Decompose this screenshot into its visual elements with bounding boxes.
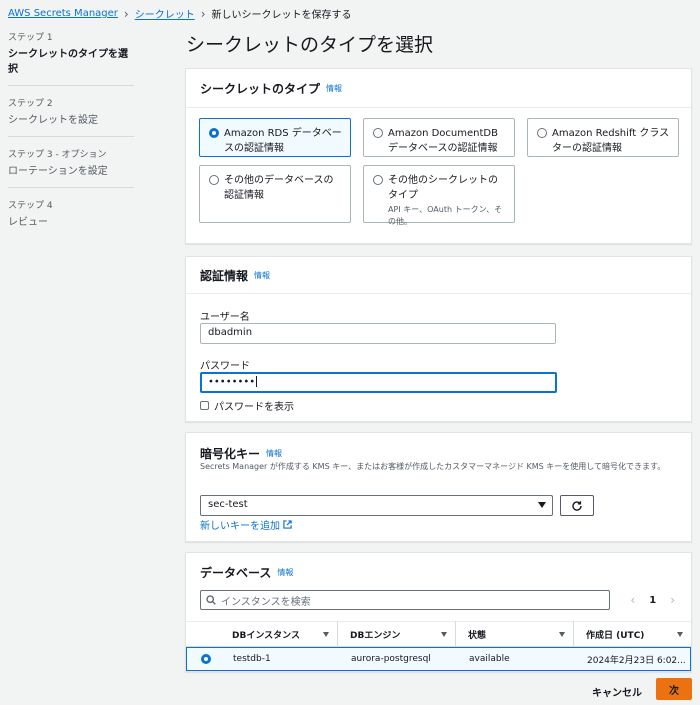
text-caret — [256, 376, 258, 387]
step-label: シークレットのタイプを選択 — [8, 49, 128, 75]
chevron-right-icon[interactable]: › — [670, 593, 675, 607]
database-panel: データベース 情報 インスタンスを検索 ‹ 1 › DBインスタンス DBエンジ… — [185, 552, 692, 672]
instance-search-input[interactable]: インスタンスを検索 — [200, 590, 610, 610]
table-row[interactable]: testdb-1 aurora-postgresql available 202… — [186, 647, 691, 671]
step-label: レビュー — [8, 217, 48, 228]
column-header-status[interactable]: 状態 — [456, 621, 574, 647]
column-header-label: DBインスタンス — [232, 630, 300, 641]
cell-engine: aurora-postgresql — [351, 654, 431, 664]
caret-down-icon — [538, 502, 546, 508]
info-link[interactable]: 情報 — [277, 567, 293, 578]
search-icon — [206, 595, 216, 605]
refresh-icon — [572, 500, 582, 511]
tile-rds[interactable]: Amazon RDS データベースの認証情報 — [199, 118, 351, 157]
secret-type-panel: シークレットのタイプ 情報 Amazon RDS データベースの認証情報 Ama… — [185, 68, 692, 244]
encryption-description: Secrets Manager が作成する KMS キー、またはお客様が作成した… — [200, 462, 666, 471]
credentials-panel: 認証情報 情報 ユーザー名 dbadmin パスワード •••••••• パスワ… — [185, 256, 692, 422]
step-number: ステップ 1 — [8, 33, 53, 43]
breadcrumb-link-secrets-manager[interactable]: AWS Secrets Manager — [8, 8, 118, 19]
step-2[interactable]: ステップ 2 シークレットを設定 — [8, 96, 134, 137]
tile-description: API キー、OAuth トークン、その他。 — [388, 205, 503, 226]
breadcrumb-link-secrets[interactable]: シークレット — [135, 6, 195, 21]
kms-key-select[interactable]: sec-test — [200, 495, 553, 516]
show-password-row[interactable]: パスワードを表示 — [200, 398, 294, 413]
divider — [186, 107, 691, 108]
tile-other-database[interactable]: その他のデータベースの認証情報 — [199, 165, 351, 223]
tile-redshift[interactable]: Amazon Redshift クラスターの認証情報 — [527, 118, 679, 157]
add-new-key-link[interactable]: 新しいキーを追加 — [200, 517, 292, 532]
sort-icon — [441, 631, 447, 637]
panel-heading: データベース — [200, 565, 272, 580]
password-input[interactable]: •••••••• — [200, 372, 557, 393]
step-3[interactable]: ステップ 3 - オプション ローテーションを設定 — [8, 147, 134, 188]
chevron-right-icon: › — [200, 6, 206, 21]
chevron-left-icon[interactable]: ‹ — [630, 593, 635, 607]
info-link[interactable]: 情報 — [326, 83, 342, 94]
username-label: ユーザー名 — [200, 312, 250, 323]
external-link-icon — [283, 520, 292, 529]
cell-instance: testdb-1 — [233, 654, 271, 664]
tile-other-secret[interactable]: その他のシークレットのタイプ API キー、OAuth トークン、その他。 — [363, 165, 515, 226]
table-header: DBインスタンス DBエンジン 状態 作成日 (UTC) — [186, 621, 691, 647]
breadcrumb: AWS Secrets Manager › シークレット › 新しいシークレット… — [8, 6, 352, 22]
radio-icon — [209, 175, 219, 185]
tile-label: その他のデータベースの認証情報 — [224, 175, 334, 201]
chevron-right-icon: › — [123, 6, 129, 21]
show-password-checkbox[interactable] — [200, 401, 209, 410]
column-header-label: DBエンジン — [350, 630, 401, 641]
panel-header: シークレットのタイプ 情報 — [186, 69, 691, 107]
next-button[interactable]: 次 — [656, 678, 692, 700]
sort-icon — [323, 631, 329, 637]
radio-icon — [373, 175, 383, 185]
panel-header: 認証情報 情報 — [186, 257, 691, 293]
column-header-created[interactable]: 作成日 (UTC) — [574, 621, 691, 647]
kms-key-selected-value: sec-test — [208, 499, 248, 510]
wizard-steps: ステップ 1 シークレットのタイプを選択 ステップ 2 シークレットを設定 ステ… — [8, 30, 134, 248]
row-radio-selected-icon[interactable] — [201, 654, 211, 664]
tile-label: Amazon Redshift クラスターの認証情報 — [552, 128, 670, 154]
info-link[interactable]: 情報 — [266, 448, 282, 459]
radio-icon — [537, 128, 547, 138]
page-title: シークレットのタイプを選択 — [186, 34, 434, 56]
page-number[interactable]: 1 — [649, 595, 656, 606]
password-value: •••••••• — [208, 376, 256, 388]
breadcrumb-current: 新しいシークレットを保存する — [211, 10, 352, 21]
step-4[interactable]: ステップ 4 レビュー — [8, 198, 134, 238]
cancel-button[interactable]: キャンセル — [592, 684, 642, 699]
password-label: パスワード — [200, 361, 250, 372]
encryption-key-panel: 暗号化キー 情報 Secrets Manager が作成する KMS キー、また… — [185, 432, 692, 542]
radio-icon — [373, 128, 383, 138]
panel-heading: シークレットのタイプ — [200, 81, 321, 96]
tile-label: その他のシークレットのタイプ — [388, 175, 498, 201]
add-new-key-label: 新しいキーを追加 — [200, 521, 280, 532]
panel-heading: 認証情報 — [200, 268, 249, 283]
step-label: ローテーションを設定 — [8, 166, 108, 177]
sort-icon — [559, 631, 565, 637]
search-placeholder: インスタンスを検索 — [221, 596, 311, 608]
info-link[interactable]: 情報 — [254, 270, 270, 281]
refresh-button[interactable] — [560, 495, 594, 516]
column-header-instance[interactable]: DBインスタンス — [220, 621, 338, 647]
panel-heading: 暗号化キー — [200, 446, 261, 461]
radio-selected-icon — [209, 128, 219, 138]
column-header-label: 作成日 (UTC) — [586, 630, 645, 641]
step-number: ステップ 2 — [8, 99, 53, 109]
username-input[interactable]: dbadmin — [200, 323, 556, 344]
tile-documentdb[interactable]: Amazon DocumentDB データベースの認証情報 — [363, 118, 515, 157]
tile-label: Amazon DocumentDB データベースの認証情報 — [388, 128, 498, 154]
step-number: ステップ 4 — [8, 201, 53, 211]
divider — [186, 293, 691, 294]
step-label: シークレットを設定 — [8, 115, 98, 126]
pagination: ‹ 1 › — [630, 593, 675, 607]
tile-label: Amazon RDS データベースの認証情報 — [224, 128, 342, 154]
panel-header: データベース 情報 — [186, 553, 691, 591]
show-password-label: パスワードを表示 — [214, 402, 294, 413]
cell-created: 2024年2月23日 6:02... — [587, 655, 686, 666]
sort-icon — [677, 631, 683, 637]
column-header-engine[interactable]: DBエンジン — [338, 621, 456, 647]
cell-status: available — [469, 654, 510, 664]
step-1: ステップ 1 シークレットのタイプを選択 — [8, 30, 134, 86]
column-header-label: 状態 — [468, 630, 487, 641]
step-number: ステップ 3 - オプション — [8, 150, 107, 160]
